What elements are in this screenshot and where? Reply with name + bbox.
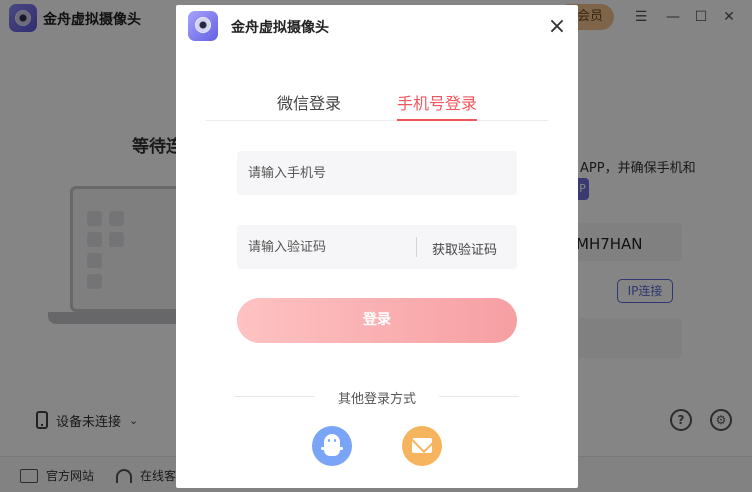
divider-right [439, 396, 519, 397]
phone-field [237, 151, 517, 195]
phone-input[interactable] [237, 151, 517, 195]
mail-icon [412, 438, 432, 453]
login-dialog: 金舟虚拟摄像头 × 微信登录 手机号登录 获取验证码 登录 其他登录方式 [176, 5, 578, 488]
get-code-button[interactable]: 获取验证码 [432, 239, 497, 258]
active-tab-underline [397, 119, 477, 121]
dialog-logo-icon [188, 11, 218, 41]
tab-phone-login[interactable]: 手机号登录 [397, 90, 477, 114]
qq-login-button[interactable] [312, 426, 352, 466]
field-separator [416, 237, 417, 257]
close-icon[interactable]: × [546, 16, 568, 39]
other-login-methods-label: 其他登录方式 [337, 392, 416, 407]
qq-icon [321, 434, 343, 456]
verification-code-input[interactable] [237, 225, 412, 269]
dialog-title: 金舟虚拟摄像头 [231, 20, 329, 36]
code-field: 获取验证码 [237, 225, 517, 269]
tab-divider [206, 120, 548, 121]
login-button[interactable]: 登录 [237, 298, 517, 343]
mail-login-button[interactable] [402, 426, 442, 466]
tab-wechat-login[interactable]: 微信登录 [277, 90, 341, 114]
